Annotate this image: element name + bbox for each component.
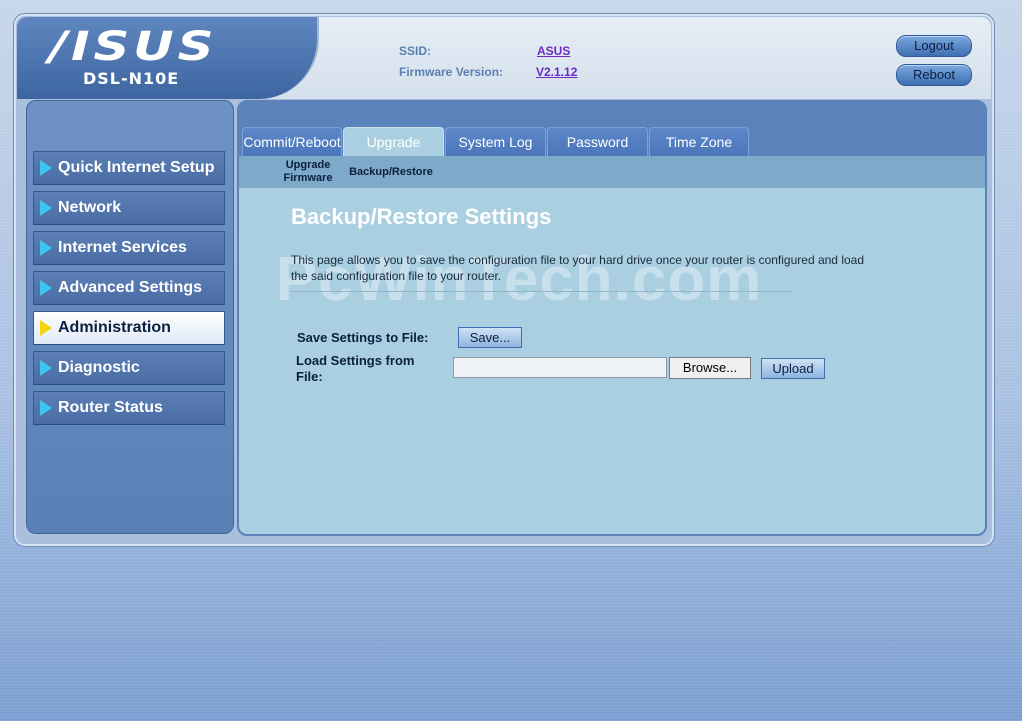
sidebar-item-label: Internet Services [58, 239, 187, 256]
load-settings-label-line2: File: [296, 369, 323, 384]
subtab-label-line1: Upgrade [285, 159, 331, 171]
page-title: Backup/Restore Settings [291, 204, 552, 229]
logout-button[interactable]: Logout [896, 35, 972, 57]
subtab-upgrade-firmware[interactable]: Upgrade Firmware [277, 159, 339, 185]
subtab-backup-restore[interactable]: Backup/Restore [343, 166, 439, 179]
play-arrow-icon [40, 160, 52, 176]
upload-button[interactable]: Upload [761, 358, 825, 379]
play-arrow-icon [40, 320, 52, 336]
sidebar-item-internet-services[interactable]: Internet Services [33, 231, 225, 265]
reboot-button[interactable]: Reboot [896, 64, 972, 86]
sidebar-item-administration[interactable]: Administration [33, 311, 225, 345]
sidebar-item-label: Diagnostic [58, 359, 140, 376]
page-description: This page allows you to save the configu… [291, 253, 864, 283]
file-path-input[interactable] [453, 357, 667, 378]
play-arrow-icon [40, 200, 52, 216]
sidebar-item-label: Advanced Settings [58, 279, 203, 296]
subtab-bar: Upgrade Firmware Backup/Restore [239, 156, 985, 188]
tab-password[interactable]: Password [547, 127, 648, 157]
load-settings-label: Load Settings from File: [296, 353, 414, 385]
sidebar-item-advanced-settings[interactable]: Advanced Settings [33, 271, 225, 305]
asus-logo: /ISUS [49, 24, 218, 70]
sidebar-item-quick-internet-setup[interactable]: Quick Internet Setup [33, 151, 225, 185]
play-arrow-icon [40, 360, 52, 376]
sidebar-item-label: Router Status [58, 399, 163, 416]
browse-button[interactable]: Browse... [669, 357, 751, 379]
model-name: DSL-N10E [83, 69, 180, 88]
sidebar-item-network[interactable]: Network [33, 191, 225, 225]
load-settings-label-line1: Load Settings from [296, 353, 415, 368]
logo-panel: /ISUS DSL-N10E [17, 17, 319, 99]
tab-upgrade[interactable]: Upgrade [343, 127, 444, 157]
sidebar: Quick Internet Setup Network Internet Se… [26, 100, 234, 534]
content-panel: Commit/Reboot Upgrade System Log Passwor… [237, 100, 987, 536]
firmware-label: Firmware Version: [399, 65, 504, 79]
save-button[interactable]: Save... [458, 327, 522, 348]
play-arrow-icon [40, 240, 52, 256]
router-frame: /ISUS DSL-N10E SSID: ASUS Firmware Versi… [13, 13, 995, 547]
sidebar-item-diagnostic[interactable]: Diagnostic [33, 351, 225, 385]
subtab-label-line2: Firmware [283, 172, 333, 184]
ssid-value-link[interactable]: ASUS [537, 44, 570, 58]
sidebar-item-label: Quick Internet Setup [58, 159, 215, 176]
firmware-value-link[interactable]: V2.1.12 [536, 65, 577, 79]
play-arrow-icon [40, 280, 52, 296]
tab-time-zone[interactable]: Time Zone [649, 127, 749, 157]
tab-commit-reboot[interactable]: Commit/Reboot [242, 127, 342, 157]
divider [291, 291, 791, 292]
tab-system-log[interactable]: System Log [445, 127, 546, 157]
sidebar-item-label: Network [58, 199, 122, 216]
ssid-label: SSID: [399, 44, 432, 58]
tab-bar: Commit/Reboot Upgrade System Log Passwor… [239, 102, 985, 157]
sidebar-item-label: Administration [58, 319, 171, 336]
sidebar-item-router-status[interactable]: Router Status [33, 391, 225, 425]
play-arrow-icon [40, 400, 52, 416]
save-settings-label: Save Settings to File: [297, 330, 429, 345]
